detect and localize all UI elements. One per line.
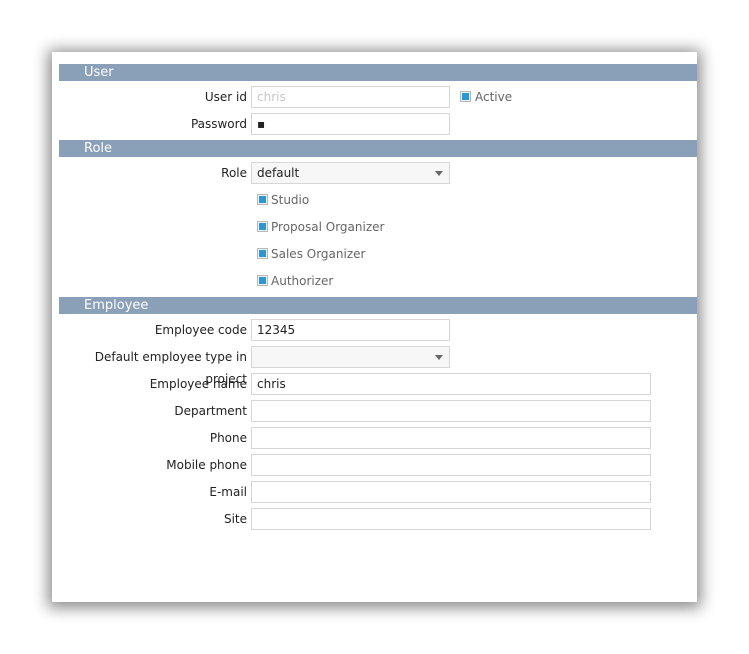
site-input[interactable]: [251, 508, 651, 530]
userid-input[interactable]: [251, 86, 450, 108]
employee-code-input[interactable]: 12345: [251, 319, 450, 341]
sales-organizer-label: Sales Organizer: [271, 247, 366, 261]
authorizer-label: Authorizer: [271, 274, 334, 288]
studio-checkbox[interactable]: [257, 194, 268, 205]
phone-input[interactable]: [251, 427, 651, 449]
site-label: Site: [223, 512, 247, 526]
authorizer-checkbox[interactable]: [257, 275, 268, 286]
employee-code-label: Employee code: [154, 323, 247, 337]
email-label: E-mail: [209, 485, 247, 499]
department-input[interactable]: [251, 400, 651, 422]
chevron-down-icon: [435, 355, 443, 360]
password-label: Password: [190, 117, 247, 131]
employee-name-input[interactable]: chris: [251, 373, 651, 395]
section-header-employee: Employee: [59, 297, 697, 314]
studio-label: Studio: [271, 193, 310, 207]
phone-label: Phone: [209, 431, 247, 445]
department-label: Department: [174, 404, 247, 418]
mobile-phone-input[interactable]: [251, 454, 651, 476]
active-label: Active: [475, 90, 513, 104]
active-checkbox[interactable]: [460, 91, 471, 102]
email-input[interactable]: [251, 481, 651, 503]
userid-label: User id: [204, 90, 247, 104]
proposal-organizer-checkbox[interactable]: [257, 221, 268, 232]
mobile-phone-label: Mobile phone: [166, 458, 247, 472]
role-select-value: default: [257, 166, 300, 180]
employee-name-label: Employee name: [149, 377, 247, 391]
role-select[interactable]: default: [251, 162, 450, 184]
password-input[interactable]: ▪: [251, 113, 450, 135]
role-label: Role: [221, 166, 247, 180]
sales-organizer-checkbox[interactable]: [257, 248, 268, 259]
user-edit-panel: User User id Active Password ▪ Role Role…: [52, 52, 697, 602]
section-header-user: User: [59, 64, 697, 81]
section-header-role: Role: [59, 140, 697, 157]
employee-type-select[interactable]: [251, 346, 450, 368]
chevron-down-icon: [435, 171, 443, 176]
proposal-organizer-label: Proposal Organizer: [271, 220, 385, 234]
